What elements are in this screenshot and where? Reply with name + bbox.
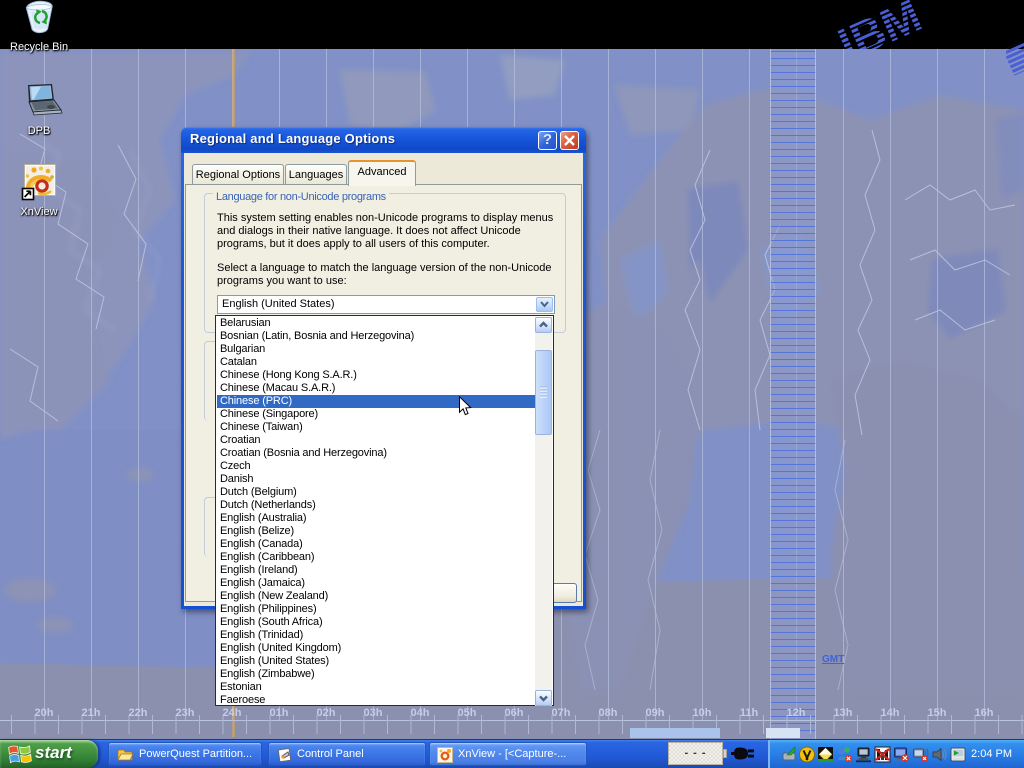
svg-text:24h: 24h xyxy=(223,707,242,719)
svg-text:GMT: GMT xyxy=(822,654,844,665)
svg-text:05h: 05h xyxy=(458,707,477,719)
svg-text:01h: 01h xyxy=(270,707,289,719)
svg-text:22h: 22h xyxy=(129,707,148,719)
svg-text:06h: 06h xyxy=(505,707,524,719)
svg-text:11h: 11h xyxy=(740,707,759,719)
svg-text:07h: 07h xyxy=(552,707,571,719)
svg-text:02h: 02h xyxy=(317,707,336,719)
svg-text:12h: 12h xyxy=(787,707,806,719)
svg-text:14h: 14h xyxy=(881,707,900,719)
svg-text:04h: 04h xyxy=(411,707,430,719)
svg-text:16h: 16h xyxy=(975,707,994,719)
svg-text:08h: 08h xyxy=(599,707,618,719)
svg-text:21h: 21h xyxy=(82,707,101,719)
svg-text:15h: 15h xyxy=(928,707,947,719)
svg-text:03h: 03h xyxy=(364,707,383,719)
svg-text:23h: 23h xyxy=(176,707,195,719)
svg-text:13h: 13h xyxy=(834,707,853,719)
svg-text:20h: 20h xyxy=(35,707,54,719)
svg-text:09h: 09h xyxy=(646,707,665,719)
svg-text:10h: 10h xyxy=(693,707,712,719)
svg-text:IBM: IBM xyxy=(831,0,929,49)
